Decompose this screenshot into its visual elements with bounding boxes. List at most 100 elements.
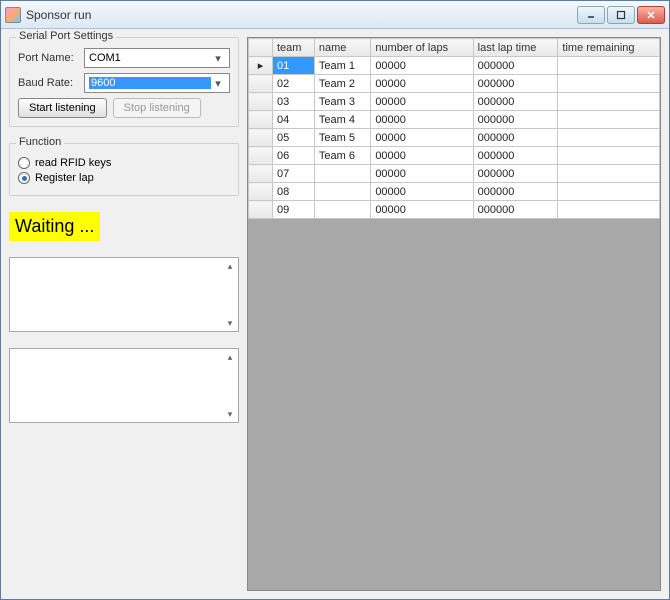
cell-laps[interactable]: 00000: [371, 129, 473, 147]
col-team[interactable]: team: [273, 39, 315, 57]
cell-team[interactable]: 05: [273, 129, 315, 147]
row-header[interactable]: [249, 201, 273, 219]
cell-lastlap[interactable]: 000000: [473, 129, 558, 147]
table-row[interactable]: 06Team 600000000000: [249, 147, 660, 165]
cell-team[interactable]: 02: [273, 75, 315, 93]
table-row[interactable]: 04Team 400000000000: [249, 111, 660, 129]
serial-port-group: Serial Port Settings Port Name: COM1 ▾ B…: [9, 37, 239, 127]
row-header[interactable]: [249, 111, 273, 129]
cell-name[interactable]: Team 5: [314, 129, 370, 147]
cell-name[interactable]: [314, 165, 370, 183]
grid-empty-area: [248, 219, 660, 590]
cell-name[interactable]: Team 2: [314, 75, 370, 93]
table-row[interactable]: 02Team 200000000000: [249, 75, 660, 93]
cell-laps[interactable]: 00000: [371, 111, 473, 129]
row-header[interactable]: [249, 93, 273, 111]
cell-lastlap[interactable]: 000000: [473, 165, 558, 183]
radio-read-rfid[interactable]: read RFID keys: [18, 157, 230, 169]
cell-team[interactable]: 06: [273, 147, 315, 165]
col-remaining[interactable]: time remaining: [558, 39, 660, 57]
scroll-up-icon[interactable]: ▴: [222, 349, 238, 365]
row-header[interactable]: [249, 147, 273, 165]
cell-laps[interactable]: 00000: [371, 183, 473, 201]
scroll-down-icon[interactable]: ▾: [222, 315, 238, 331]
window-title: Sponsor run: [26, 8, 577, 22]
function-group: Function read RFID keys Register lap: [9, 143, 239, 196]
minimize-button[interactable]: [577, 6, 605, 24]
corner-cell: [249, 39, 273, 57]
cell-remaining[interactable]: [558, 75, 660, 93]
col-name[interactable]: name: [314, 39, 370, 57]
close-button[interactable]: [637, 6, 665, 24]
cell-remaining[interactable]: [558, 165, 660, 183]
data-grid[interactable]: team name number of laps last lap time t…: [247, 37, 661, 591]
cell-remaining[interactable]: [558, 93, 660, 111]
cell-name[interactable]: Team 1: [314, 57, 370, 75]
table-row[interactable]: 07 00000000000: [249, 165, 660, 183]
scroll-down-icon[interactable]: ▾: [222, 406, 238, 422]
function-legend: Function: [16, 136, 64, 148]
scroll-up-icon[interactable]: ▴: [222, 258, 238, 274]
cell-remaining[interactable]: [558, 129, 660, 147]
port-name-label: Port Name:: [18, 52, 80, 64]
cell-laps[interactable]: 00000: [371, 57, 473, 75]
stop-listening-button: Stop listening: [113, 98, 201, 118]
status-label: Waiting ...: [9, 212, 100, 241]
cell-remaining[interactable]: [558, 201, 660, 219]
cell-lastlap[interactable]: 000000: [473, 111, 558, 129]
table-row[interactable]: ▸01Team 100000000000: [249, 57, 660, 75]
cell-lastlap[interactable]: 000000: [473, 93, 558, 111]
app-window: Sponsor run Serial Port Settings Port Na…: [0, 0, 670, 600]
cell-team[interactable]: 03: [273, 93, 315, 111]
row-header[interactable]: [249, 165, 273, 183]
radio-icon: [18, 172, 30, 184]
port-name-value: COM1: [89, 52, 211, 64]
cell-team[interactable]: 01: [273, 57, 315, 75]
cell-remaining[interactable]: [558, 147, 660, 165]
log-textarea-2[interactable]: ▴ ▾: [9, 348, 239, 423]
cell-laps[interactable]: 00000: [371, 147, 473, 165]
baud-rate-combo[interactable]: 9600 ▾: [84, 73, 230, 93]
radio-register-lap[interactable]: Register lap: [18, 172, 230, 184]
cell-name[interactable]: Team 4: [314, 111, 370, 129]
cell-laps[interactable]: 00000: [371, 201, 473, 219]
baud-rate-value: 9600: [89, 77, 211, 89]
cell-remaining[interactable]: [558, 57, 660, 75]
cell-lastlap[interactable]: 000000: [473, 57, 558, 75]
row-header[interactable]: [249, 75, 273, 93]
cell-remaining[interactable]: [558, 111, 660, 129]
cell-laps[interactable]: 00000: [371, 75, 473, 93]
maximize-button[interactable]: [607, 6, 635, 24]
cell-lastlap[interactable]: 000000: [473, 201, 558, 219]
cell-lastlap[interactable]: 000000: [473, 183, 558, 201]
col-lastlap[interactable]: last lap time: [473, 39, 558, 57]
cell-remaining[interactable]: [558, 183, 660, 201]
cell-team[interactable]: 09: [273, 201, 315, 219]
col-laps[interactable]: number of laps: [371, 39, 473, 57]
radio-label-read-rfid: read RFID keys: [35, 157, 111, 169]
cell-team[interactable]: 07: [273, 165, 315, 183]
titlebar[interactable]: Sponsor run: [1, 1, 669, 29]
port-name-combo[interactable]: COM1 ▾: [84, 48, 230, 68]
table-row[interactable]: 08 00000000000: [249, 183, 660, 201]
cell-team[interactable]: 08: [273, 183, 315, 201]
table-row[interactable]: 03Team 300000000000: [249, 93, 660, 111]
row-header[interactable]: ▸: [249, 57, 273, 75]
table-row[interactable]: 05Team 500000000000: [249, 129, 660, 147]
cell-laps[interactable]: 00000: [371, 93, 473, 111]
cell-team[interactable]: 04: [273, 111, 315, 129]
log-textarea-1[interactable]: ▴ ▾: [9, 257, 239, 332]
cell-laps[interactable]: 00000: [371, 165, 473, 183]
cell-lastlap[interactable]: 000000: [473, 75, 558, 93]
start-listening-button[interactable]: Start listening: [18, 98, 107, 118]
app-icon: [5, 7, 21, 23]
cell-name[interactable]: Team 6: [314, 147, 370, 165]
row-header[interactable]: [249, 183, 273, 201]
cell-lastlap[interactable]: 000000: [473, 147, 558, 165]
cell-name[interactable]: [314, 201, 370, 219]
cell-name[interactable]: [314, 183, 370, 201]
row-header[interactable]: [249, 129, 273, 147]
cell-name[interactable]: Team 3: [314, 93, 370, 111]
table-row[interactable]: 09 00000000000: [249, 201, 660, 219]
serial-legend: Serial Port Settings: [16, 30, 116, 42]
